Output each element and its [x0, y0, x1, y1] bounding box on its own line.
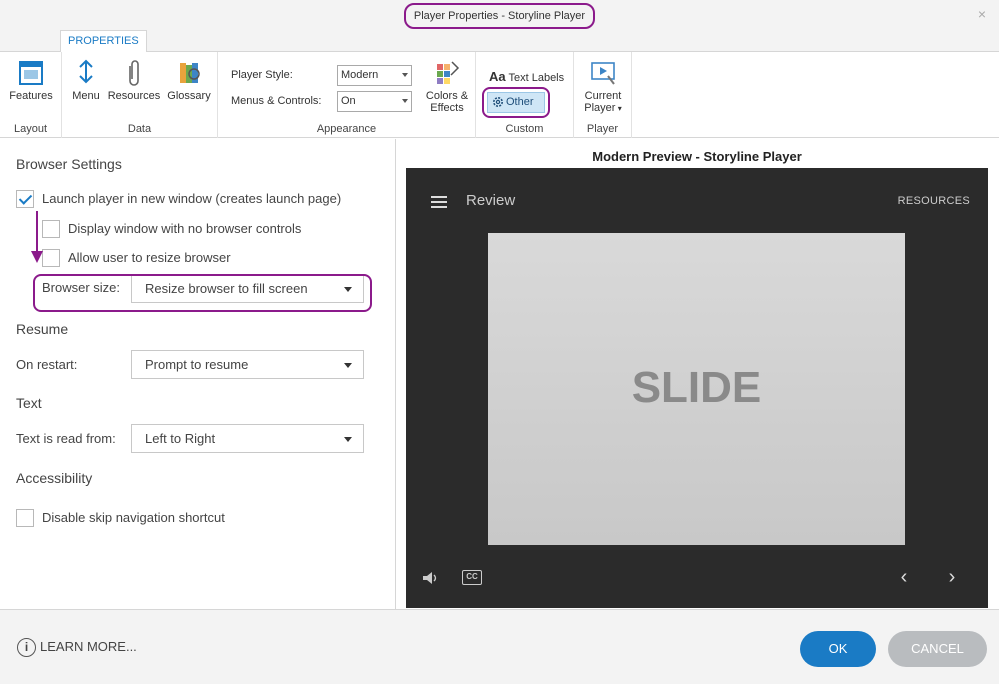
current-player-label-2: Player ▾	[584, 102, 622, 114]
features-label: Features	[9, 90, 53, 102]
glossary-button[interactable]: Glossary	[164, 58, 214, 102]
layout-group-label: Layout	[13, 123, 48, 135]
no-browser-controls-checkbox[interactable]	[42, 220, 60, 238]
player-title: Review	[466, 192, 516, 209]
menu-label: Menu	[72, 90, 100, 102]
colors-effects-button[interactable]: Colors & Effects	[422, 58, 472, 114]
text-heading: Text	[16, 395, 42, 411]
previous-slide-button[interactable]: ‹	[894, 566, 914, 588]
on-restart-dropdown[interactable]: Prompt to resume	[131, 350, 364, 379]
ribbon-group-player: Current Player ▾ Player	[574, 52, 632, 138]
appearance-group-label: Appearance	[316, 123, 377, 135]
ribbon-group-appearance: Player Style: Modern Menus & Controls: O…	[218, 52, 476, 138]
data-group-label: Data	[127, 123, 152, 135]
resources-label: Resources	[107, 90, 161, 102]
gear-icon	[493, 97, 503, 107]
preview-title: Modern Preview - Storyline Player	[592, 149, 802, 164]
chevron-down-icon	[344, 437, 352, 442]
current-player-button[interactable]: Current Player ▾	[578, 58, 628, 115]
cancel-button[interactable]: CANCEL	[888, 631, 987, 667]
text-labels-label: Text Labels	[508, 72, 565, 84]
menu-button[interactable]: Menu	[68, 58, 104, 102]
allow-resize-checkbox[interactable]	[42, 249, 60, 267]
tab-properties[interactable]: PROPERTIES	[60, 30, 147, 53]
colors-effects-label-1: Colors &	[425, 90, 469, 102]
chevron-down-icon	[402, 73, 408, 77]
info-icon: i	[17, 638, 36, 657]
annotation-arrow	[36, 211, 38, 253]
custom-group-label: Custom	[505, 123, 544, 135]
chevron-down-icon: ▾	[615, 104, 622, 113]
player-preview: Review RESOURCES SLIDE CC ‹ ›	[406, 168, 988, 608]
colors-effects-label-2: Effects	[430, 102, 464, 114]
accessibility-heading: Accessibility	[16, 470, 93, 486]
hamburger-menu-icon[interactable]	[431, 196, 447, 208]
browser-settings-heading: Browser Settings	[16, 156, 122, 172]
ribbon-tabstrip: PROPERTIES	[0, 30, 999, 53]
learn-more-label: LEARN MORE...	[40, 638, 137, 654]
volume-icon[interactable]	[422, 571, 440, 585]
skip-nav-checkbox[interactable]	[16, 509, 34, 527]
current-player-label-1: Current	[584, 90, 622, 102]
palette-icon	[437, 61, 460, 84]
other-highlight: Other	[482, 87, 550, 118]
resume-heading: Resume	[16, 321, 69, 337]
learn-more-link[interactable]: i LEARN MORE...	[17, 638, 137, 657]
text-labels-icon: Aa	[489, 69, 506, 84]
features-icon	[19, 61, 43, 85]
player-style-label: Player Style:	[231, 69, 293, 81]
menus-controls-value: On	[341, 95, 356, 107]
browser-size-highlight	[33, 274, 372, 312]
dialog-footer: i LEARN MORE... OK CANCEL	[0, 609, 999, 684]
player-group-label: Player	[586, 123, 619, 135]
resources-button[interactable]: Resources	[106, 58, 162, 102]
skip-nav-label: Disable skip navigation shortcut	[42, 510, 225, 525]
player-style-select[interactable]: Modern	[337, 65, 412, 86]
slide-area: SLIDE	[488, 233, 905, 545]
text-read-from-label: Text is read from:	[16, 431, 116, 446]
on-restart-value: Prompt to resume	[145, 357, 249, 372]
player-style-value: Modern	[341, 69, 379, 81]
glossary-icon	[180, 63, 200, 83]
launch-new-window-label: Launch player in new window (creates lau…	[42, 191, 342, 206]
on-restart-label: On restart:	[16, 357, 78, 372]
launch-new-window-checkbox[interactable]	[16, 190, 34, 208]
close-icon[interactable]: ×	[975, 7, 989, 21]
chevron-down-icon	[402, 99, 408, 103]
ribbon-group-layout: Features Layout	[0, 52, 62, 138]
slide-placeholder-text: SLIDE	[631, 363, 762, 412]
features-button[interactable]: Features	[8, 58, 54, 102]
glossary-label: Glossary	[167, 90, 211, 102]
window-title: Player Properties - Storyline Player	[404, 3, 595, 29]
ribbon-group-data: Menu Resources Glossary Data	[62, 52, 218, 138]
other-button[interactable]: Other	[487, 92, 545, 113]
chevron-down-icon	[344, 363, 352, 368]
menus-controls-label: Menus & Controls:	[231, 95, 322, 107]
menu-icon	[79, 59, 93, 84]
text-labels-button[interactable]: Aa Text Labels	[489, 69, 564, 84]
text-read-from-value: Left to Right	[145, 431, 216, 446]
other-label: Other	[506, 96, 534, 108]
player-icon	[591, 62, 615, 85]
text-read-from-dropdown[interactable]: Left to Right	[131, 424, 364, 453]
menus-controls-select[interactable]: On	[337, 91, 412, 112]
allow-resize-label: Allow user to resize browser	[68, 250, 231, 265]
no-browser-controls-label: Display window with no browser controls	[68, 221, 302, 236]
annotation-arrowhead-icon	[31, 251, 43, 263]
resources-link[interactable]: RESOURCES	[898, 195, 970, 207]
ok-button[interactable]: OK	[800, 631, 876, 667]
next-slide-button[interactable]: ›	[942, 566, 962, 588]
settings-panel: Browser Settings Launch player in new wi…	[0, 139, 396, 609]
title-bar: Player Properties - Storyline Player ×	[0, 0, 999, 30]
paperclip-icon	[129, 60, 139, 86]
closed-captions-icon[interactable]: CC	[462, 570, 482, 585]
